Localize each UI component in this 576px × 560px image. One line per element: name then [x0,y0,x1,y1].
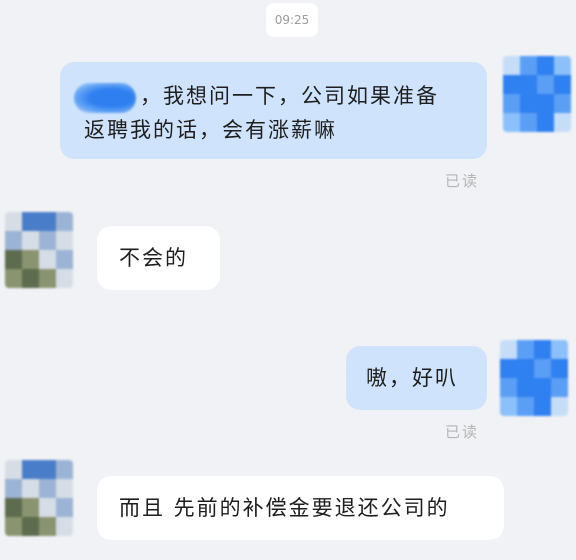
message-text: ，我想问一下，公司如果准备 [140,84,439,108]
avatar-pixel [56,250,73,269]
avatar-pixel [22,231,39,250]
avatar-pixel [500,340,517,359]
avatar-pixel [503,113,520,132]
avatar-pixel [534,359,551,378]
avatar-pixel [537,94,554,113]
avatar-pixel [554,94,571,113]
message-text: 不会的 [119,246,188,270]
avatar-pixel [39,460,56,479]
avatar-pixel [500,378,517,397]
avatar-pixel [520,56,537,75]
avatar-pixel [22,517,39,536]
avatar-pixel [22,269,39,288]
redacted-name [74,82,136,113]
message-bubble-outgoing[interactable]: ，我想问一下，公司如果准备 返聘我的话，会有涨薪嘛 [60,62,487,159]
avatar-pixel [517,340,534,359]
avatar-pixel [537,56,554,75]
avatar-pixel [56,498,73,517]
avatar-pixel [554,113,571,132]
avatar-pixel [22,498,39,517]
avatar-pixel [534,378,551,397]
avatar-pixel [534,397,551,416]
contact-avatar[interactable] [5,460,73,536]
avatar-pixel [5,460,22,479]
avatar-pixel [56,517,73,536]
avatar-pixel [503,75,520,94]
avatar-pixel [39,212,56,231]
avatar-pixel [520,75,537,94]
avatar-pixel [551,397,568,416]
avatar-pixel [554,56,571,75]
avatar-pixel [500,359,517,378]
avatar-pixel [520,113,537,132]
avatar-pixel [39,517,56,536]
avatar-pixel [537,75,554,94]
avatar-pixel [520,94,537,113]
avatar-pixel [39,231,56,250]
message-line: 返聘我的话，会有涨薪嘛 [84,113,471,147]
avatar-pixel [5,479,22,498]
avatar-pixel [503,94,520,113]
avatar-pixel [5,498,22,517]
avatar-pixel [5,212,22,231]
avatar-pixel [56,212,73,231]
avatar-pixel [22,479,39,498]
avatar-pixel [500,397,517,416]
avatar-pixel [517,397,534,416]
avatar-pixel [39,269,56,288]
message-text: 返聘我的话，会有涨薪嘛 [84,118,337,142]
avatar-pixel [517,359,534,378]
avatar-pixel [39,479,56,498]
avatar-pixel [56,460,73,479]
avatar-pixel [5,231,22,250]
my-avatar[interactable] [500,340,568,416]
timestamp: 09:25 [266,3,318,37]
message-bubble-incoming[interactable]: 而且 先前的补偿金要退还公司的 [97,476,504,540]
avatar-pixel [503,56,520,75]
avatar-pixel [39,498,56,517]
message-text: 而且 先前的补偿金要退还公司的 [119,496,450,520]
avatar-pixel [551,378,568,397]
avatar-pixel [5,517,22,536]
avatar-pixel [534,340,551,359]
avatar-pixel [56,269,73,288]
avatar-pixel [22,250,39,269]
avatar-pixel [39,250,56,269]
avatar-pixel [551,359,568,378]
avatar-pixel [554,75,571,94]
avatar-pixel [22,212,39,231]
avatar-pixel [5,269,22,288]
avatar-pixel [5,250,22,269]
avatar-pixel [56,479,73,498]
avatar-pixel [56,231,73,250]
contact-avatar[interactable] [5,212,73,288]
avatar-pixel [517,378,534,397]
message-line: ，我想问一下，公司如果准备 [74,79,471,113]
message-bubble-outgoing[interactable]: 嗷，好叭 [346,346,487,410]
read-receipt: 已读 [445,423,480,441]
read-receipt: 已读 [445,172,480,190]
my-avatar[interactable] [503,56,571,132]
avatar-pixel [22,460,39,479]
avatar-pixel [551,340,568,359]
avatar-pixel [537,113,554,132]
message-bubble-incoming[interactable]: 不会的 [97,226,220,290]
message-text: 嗷，好叭 [366,366,458,390]
